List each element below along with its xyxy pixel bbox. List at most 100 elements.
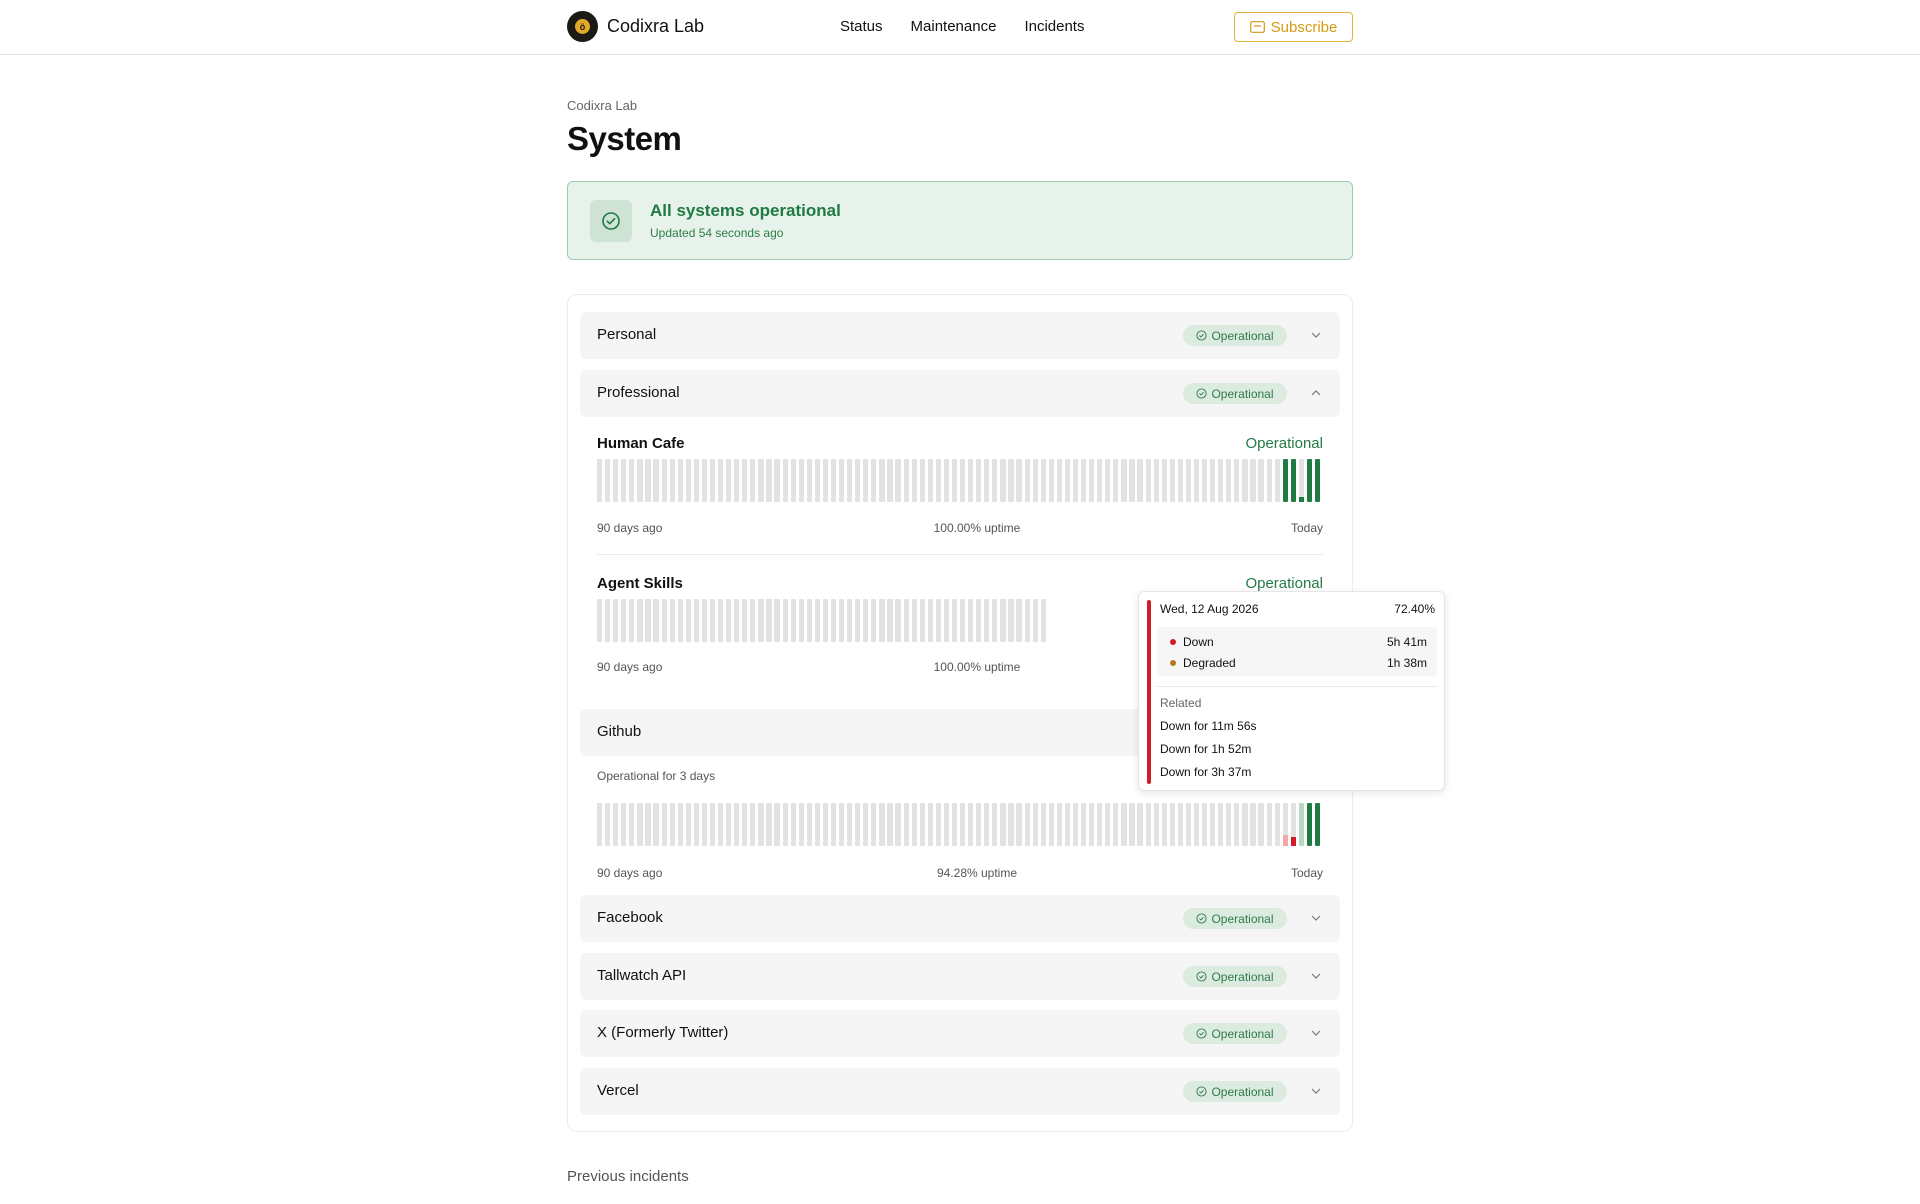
uptime-day-bar[interactable]: [1072, 459, 1079, 502]
uptime-day-bar[interactable]: [1056, 459, 1062, 502]
uptime-day-bar[interactable]: [766, 459, 772, 502]
uptime-day-bar[interactable]: [927, 599, 933, 642]
uptime-day-bar[interactable]: [863, 599, 869, 642]
related-incident-link[interactable]: Down for 3h 37m: [1160, 765, 1251, 779]
uptime-day-bar[interactable]: [1097, 459, 1103, 502]
uptime-day-bar[interactable]: [871, 803, 877, 846]
uptime-day-bar[interactable]: [830, 459, 837, 502]
uptime-day-bar[interactable]: [927, 803, 933, 846]
related-incident-link[interactable]: Down for 1h 52m: [1160, 742, 1251, 756]
uptime-day-bar[interactable]: [693, 599, 699, 642]
uptime-day-bar[interactable]: [847, 803, 853, 846]
uptime-day-bar[interactable]: [839, 803, 845, 846]
uptime-day-bar[interactable]: [806, 459, 812, 502]
chevron-down-icon[interactable]: [1310, 329, 1322, 341]
uptime-day-bar[interactable]: [814, 599, 820, 642]
uptime-day-bar[interactable]: [1024, 599, 1030, 642]
uptime-day-bar[interactable]: [855, 459, 861, 502]
uptime-day-bar[interactable]: [758, 599, 764, 642]
uptime-day-bar[interactable]: [685, 459, 691, 502]
chevron-up-icon[interactable]: [1310, 387, 1322, 399]
uptime-day-bar[interactable]: [1161, 459, 1167, 502]
uptime-day-bar[interactable]: [726, 599, 732, 642]
uptime-day-bar[interactable]: [1274, 803, 1280, 846]
uptime-day-bar[interactable]: [653, 459, 659, 502]
uptime-day-bar[interactable]: [1048, 459, 1054, 502]
uptime-day-bar[interactable]: [984, 459, 990, 502]
uptime-day-bar[interactable]: [943, 599, 950, 642]
uptime-day-bar[interactable]: [1040, 803, 1046, 846]
group-tallwatch-api[interactable]: Tallwatch API Operational: [580, 953, 1340, 1000]
uptime-day-bar[interactable]: [1218, 803, 1224, 846]
uptime-day-bar[interactable]: [871, 459, 877, 502]
uptime-day-bar[interactable]: [976, 803, 982, 846]
uptime-day-bar[interactable]: [645, 803, 651, 846]
uptime-day-bar[interactable]: [661, 599, 667, 642]
uptime-day-bar[interactable]: [1177, 459, 1183, 502]
uptime-day-bar[interactable]: [1040, 599, 1046, 642]
uptime-day-bar[interactable]: [839, 459, 845, 502]
uptime-day-bar[interactable]: [718, 599, 724, 642]
uptime-day-bar[interactable]: [701, 459, 708, 502]
uptime-day-bar[interactable]: [822, 599, 829, 642]
uptime-day-bar[interactable]: [935, 599, 941, 642]
uptime-day-bar[interactable]: [1121, 803, 1127, 846]
uptime-day-bar[interactable]: [726, 459, 732, 502]
uptime-day-bar[interactable]: [976, 599, 982, 642]
nav-incidents[interactable]: Incidents: [1024, 18, 1084, 35]
uptime-day-bar[interactable]: [976, 459, 982, 502]
uptime-day-bar[interactable]: [718, 803, 724, 846]
uptime-day-bar[interactable]: [806, 599, 812, 642]
uptime-day-bar[interactable]: [798, 599, 804, 642]
uptime-day-bar[interactable]: [669, 459, 675, 502]
uptime-day-bar[interactable]: [1202, 459, 1208, 502]
uptime-day-bar[interactable]: [637, 599, 643, 642]
uptime-day-bar[interactable]: [734, 803, 740, 846]
uptime-day-bar[interactable]: [887, 459, 893, 502]
group-professional[interactable]: Professional Operational: [580, 370, 1340, 417]
uptime-day-bar[interactable]: [766, 599, 772, 642]
uptime-day-bar[interactable]: [1064, 459, 1071, 502]
uptime-day-bar[interactable]: [968, 459, 974, 502]
uptime-day-bar[interactable]: [605, 459, 611, 502]
uptime-day-bar[interactable]: [943, 459, 950, 502]
uptime-day-bar[interactable]: [887, 803, 893, 846]
uptime-day-bar[interactable]: [1056, 803, 1062, 846]
uptime-day-bar[interactable]: [1234, 459, 1240, 502]
uptime-day-bar[interactable]: [1193, 803, 1200, 846]
uptime-day-bar[interactable]: [814, 459, 820, 502]
uptime-day-bar[interactable]: [903, 459, 909, 502]
uptime-day-bar[interactable]: [661, 459, 667, 502]
uptime-day-bar[interactable]: [822, 803, 829, 846]
group-x[interactable]: X (Formerly Twitter) Operational: [580, 1010, 1340, 1057]
uptime-day-bar[interactable]: [1314, 459, 1321, 502]
uptime-day-bar[interactable]: [1032, 459, 1038, 502]
uptime-day-bar[interactable]: [1298, 459, 1304, 502]
uptime-day-bar[interactable]: [1250, 803, 1256, 846]
uptime-day-bar[interactable]: [1048, 803, 1054, 846]
uptime-day-bar[interactable]: [919, 599, 925, 642]
uptime-day-bar[interactable]: [1250, 459, 1256, 502]
uptime-day-bar[interactable]: [830, 599, 837, 642]
uptime-day-bar[interactable]: [750, 459, 756, 502]
uptime-day-bar[interactable]: [766, 803, 772, 846]
uptime-day-bar[interactable]: [621, 459, 627, 502]
uptime-day-bar[interactable]: [734, 459, 740, 502]
uptime-day-bar[interactable]: [653, 599, 659, 642]
uptime-day-bar[interactable]: [903, 599, 909, 642]
group-facebook[interactable]: Facebook Operational: [580, 895, 1340, 942]
uptime-day-bar[interactable]: [637, 803, 643, 846]
uptime-day-bar[interactable]: [669, 599, 675, 642]
uptime-day-bar[interactable]: [951, 803, 958, 846]
uptime-day-bar[interactable]: [1137, 803, 1143, 846]
uptime-day-bar[interactable]: [685, 803, 691, 846]
uptime-day-bar[interactable]: [1000, 459, 1006, 502]
uptime-day-bar[interactable]: [597, 599, 603, 642]
uptime-day-bar[interactable]: [1097, 803, 1103, 846]
uptime-day-bar[interactable]: [806, 803, 812, 846]
uptime-day-bar[interactable]: [895, 459, 901, 502]
brand[interactable]: ö Codixra Lab: [567, 11, 704, 42]
uptime-day-bar[interactable]: [822, 459, 829, 502]
uptime-day-bar[interactable]: [935, 803, 941, 846]
uptime-day-bar[interactable]: [613, 599, 619, 642]
